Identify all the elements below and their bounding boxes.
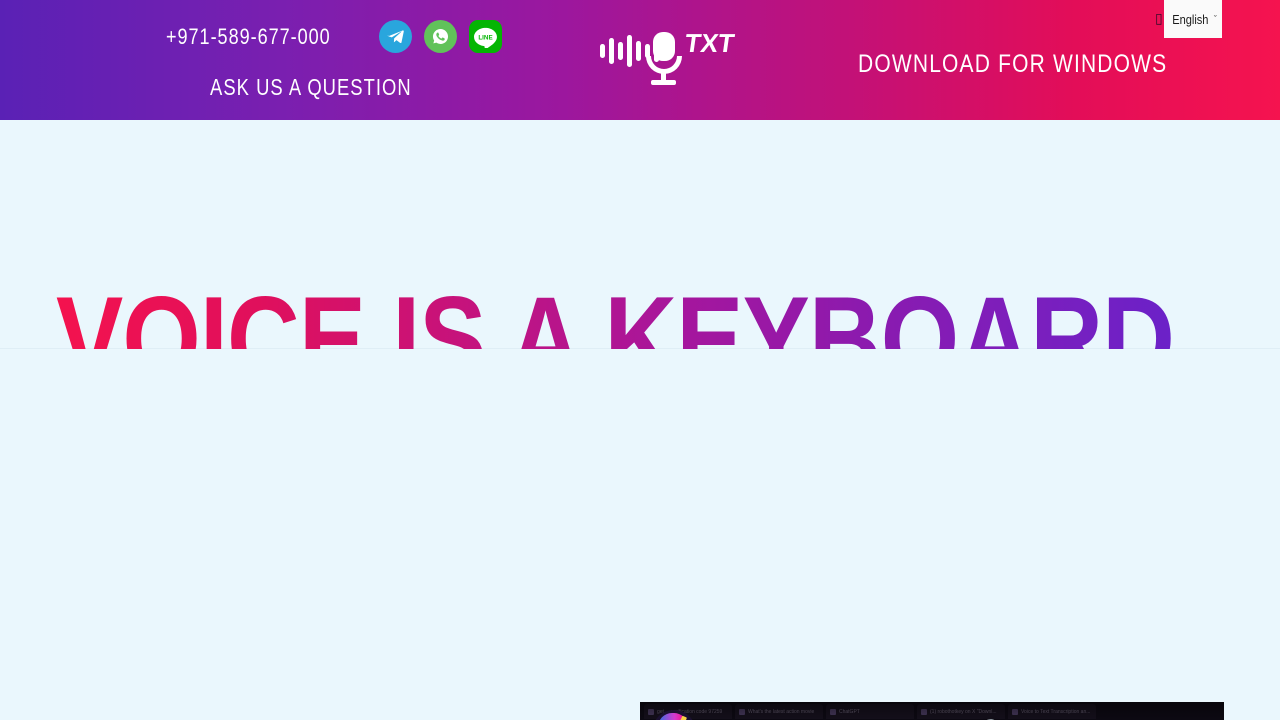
thumb-browser-tabs: get ... verification code 97259 What's t… (640, 702, 1224, 720)
site-logo[interactable]: TXT (596, 22, 736, 94)
whatsapp-icon[interactable] (423, 20, 457, 53)
telegram-icon[interactable] (378, 20, 412, 53)
video-thumbnail: get ... verification code 97259 What's t… (640, 702, 1224, 720)
share-icon[interactable]: ➦ (1185, 714, 1210, 720)
main-content: HOLD A KEY, SPEAK AND WATCH HOW YOUR SPE… (0, 349, 1280, 720)
thumb-tab: ChatGPT (826, 704, 914, 719)
svg-text:TXT: TXT (683, 28, 736, 58)
thumb-tab: What's the latest action movie (735, 704, 823, 719)
site-header: +971-589-677-000 LINE ASK US A QUESTION … (0, 0, 1280, 120)
header-contact-block: +971-589-677-000 LINE ASK US A QUESTION (0, 0, 520, 120)
chevron-down-icon: ˇ (1213, 14, 1217, 24)
thumb-tab: (1) robothotkey on X "Downl... (917, 704, 1005, 719)
language-selector[interactable]: English ˇ (1164, 0, 1222, 38)
thumb-tab: Voice to Text Transcription an... (1008, 704, 1096, 719)
ask-question-link[interactable]: ASK US A QUESTION (210, 74, 412, 101)
phone-row: +971-589-677-000 LINE (166, 20, 502, 53)
line-icon[interactable]: LINE (468, 20, 502, 53)
phone-number[interactable]: +971-589-677-000 (166, 24, 331, 50)
youtube-video-embed[interactable]: get ... verification code 97259 What's t… (640, 702, 1224, 720)
svg-text:LINE: LINE (478, 34, 492, 41)
header-download-windows-link[interactable]: DOWNLOAD FOR WINDOWS (858, 50, 1167, 79)
hero-section: VOICE IS A KEYBOARD (0, 120, 1280, 399)
language-selected-label: English (1172, 11, 1209, 27)
